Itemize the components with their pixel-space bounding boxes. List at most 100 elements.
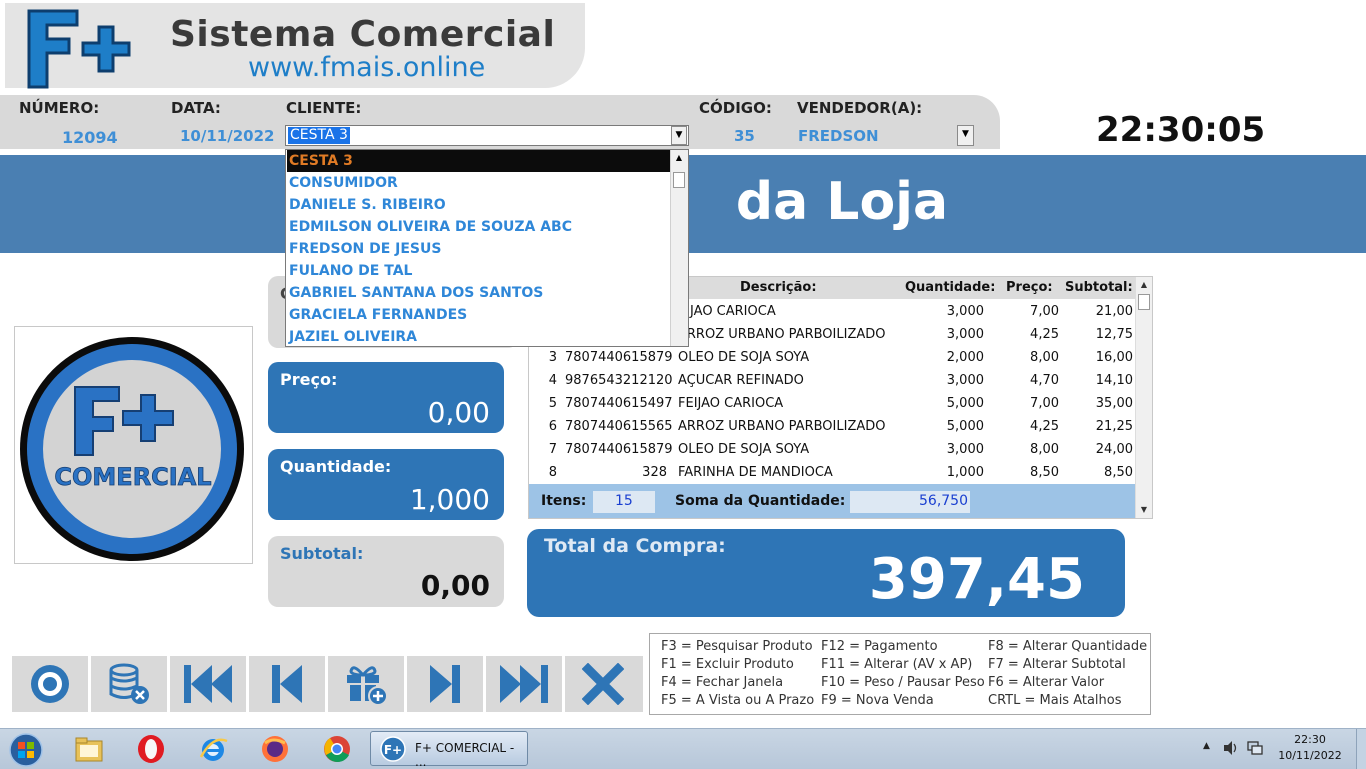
taskbar-app-fplus[interactable]: F+ F+ COMERCIAL - ...: [370, 731, 528, 769]
cell-qty: 3,000: [946, 327, 984, 342]
client-dropdown-list[interactable]: CESTA 3 CONSUMIDOR DANIELE S. RIBEIRO EDMIL…: [285, 149, 689, 347]
close-button[interactable]: [565, 656, 641, 712]
client-list-item[interactable]: CESTA 3: [287, 150, 671, 172]
show-desktop-button[interactable]: [1356, 729, 1366, 769]
first-button[interactable]: [170, 656, 246, 712]
internet-explorer-icon[interactable]: [197, 733, 229, 765]
record-button[interactable]: [12, 656, 88, 712]
client-list-item[interactable]: EDMILSON OLIVEIRA DE SOUZA ABC: [289, 216, 572, 238]
list-scrollbar[interactable]: ▲: [670, 150, 688, 346]
cell-code: 7807440615879: [565, 442, 673, 457]
scroll-down-icon[interactable]: ▼: [1136, 502, 1152, 518]
database-delete-icon: [109, 663, 149, 704]
numero-label: NÚMERO:: [19, 99, 100, 117]
quantity-panel[interactable]: Quantidade: 1,000: [268, 449, 504, 520]
scroll-up-icon[interactable]: ▲: [671, 150, 687, 166]
svg-text:F+: F+: [384, 743, 402, 757]
client-list-item[interactable]: JAZIEL OLIVEIRA: [289, 326, 417, 346]
cell-desc: AÇUCAR REFINADO: [678, 373, 804, 388]
scroll-up-icon[interactable]: ▲: [1136, 277, 1152, 293]
data-value: 10/11/2022: [180, 127, 275, 145]
cell-price: 7,00: [1030, 396, 1059, 411]
shortcut-hint: F4 = Fechar Janela: [661, 675, 784, 690]
network-icon[interactable]: [1246, 739, 1264, 757]
quantity-value[interactable]: 1,000: [410, 483, 490, 516]
shortcut-hint: F3 = Pesquisar Produto: [661, 639, 813, 654]
data-label: DATA:: [171, 99, 221, 117]
cell-desc: EIJAO CARIOCA: [678, 304, 776, 319]
speaker-icon[interactable]: [1222, 739, 1240, 757]
previous-icon: [272, 665, 302, 703]
fplus-comercial-logo: COMERCIAL: [20, 337, 244, 561]
soma-value: 56,750: [919, 493, 968, 509]
items-count-box: 15: [593, 491, 655, 513]
client-list-item[interactable]: FREDSON DE JESUS: [289, 238, 441, 260]
total-label: Total da Compra:: [544, 535, 726, 557]
cell-code: 7807440615879: [565, 350, 673, 365]
logo-caption: COMERCIAL: [54, 463, 211, 491]
cell-n: 8: [548, 465, 557, 480]
close-icon: [582, 663, 624, 705]
cell-qty: 5,000: [946, 419, 984, 434]
taskbar-app-label: F+ COMERCIAL - ...: [415, 741, 515, 769]
table-scrollbar[interactable]: ▲ ▼: [1135, 277, 1152, 518]
tray-date[interactable]: 10/11/2022: [1276, 749, 1344, 762]
shortcut-hint: F7 = Alterar Subtotal: [988, 657, 1126, 672]
price-panel[interactable]: Preço: 0,00: [268, 362, 504, 433]
header-quantidade: Quantidade:: [905, 280, 996, 295]
vendedor-label: VENDEDOR(A):: [797, 99, 923, 117]
total-value: 397,45: [868, 547, 1085, 612]
last-icon: [500, 665, 548, 703]
previous-button[interactable]: [249, 656, 325, 712]
client-dropdown-button[interactable]: ▼: [671, 126, 687, 145]
fplus-app-icon: F+: [380, 736, 406, 762]
tray-time[interactable]: 22:30: [1280, 733, 1340, 746]
client-list-item[interactable]: CONSUMIDOR: [289, 172, 398, 194]
cell-price: 8,50: [1030, 465, 1059, 480]
cell-desc: ARROZ URBANO PARBOILIZADO: [678, 419, 886, 434]
tray-expand-icon[interactable]: ▲: [1203, 741, 1210, 751]
fplus-logo: [27, 9, 131, 89]
cell-desc: FEIJAO CARIOCA: [678, 396, 784, 411]
next-button[interactable]: [407, 656, 483, 712]
total-panel: Total da Compra: 397,45: [527, 529, 1125, 617]
client-select-value[interactable]: CESTA 3: [288, 127, 350, 144]
start-button-icon[interactable]: [8, 732, 44, 768]
firefox-icon[interactable]: [259, 733, 291, 765]
client-list-item[interactable]: GABRIEL SANTANA DOS SANTOS: [289, 282, 543, 304]
folder-icon[interactable]: [73, 733, 105, 765]
shortcut-hint: F9 = Nova Venda: [821, 693, 934, 708]
scroll-thumb[interactable]: [673, 172, 685, 188]
delete-record-button[interactable]: [91, 656, 167, 712]
shortcuts-box: F3 = Pesquisar Produto F1 = Excluir Produ…: [649, 633, 1151, 715]
next-icon: [430, 665, 460, 703]
cell-price: 8,00: [1030, 442, 1059, 457]
cell-desc: FARINHA DE MANDIOCA: [678, 465, 833, 480]
vendor-dropdown-button[interactable]: ▼: [957, 125, 974, 146]
shortcut-hint: F10 = Peso / Pausar Peso: [821, 675, 985, 690]
shortcut-hint: F8 = Alterar Quantidade: [988, 639, 1148, 654]
shortcut-hint: F6 = Alterar Valor: [988, 675, 1105, 690]
cell-qty: 5,000: [946, 396, 984, 411]
vendedor-value[interactable]: FREDSON: [798, 127, 879, 145]
client-list-item[interactable]: FULANO DE TAL: [289, 260, 412, 282]
header-preco: Preço:: [1006, 280, 1053, 295]
last-button[interactable]: [486, 656, 562, 712]
client-list-item[interactable]: GRACIELA FERNANDES: [289, 304, 467, 326]
subtotal-value: 0,00: [420, 569, 490, 602]
record-icon: [31, 665, 69, 703]
app-url[interactable]: www.fmais.online: [248, 52, 485, 83]
cell-desc: ARROZ URBANO PARBOILIZADO: [678, 327, 886, 342]
client-select[interactable]: CESTA 3 ▼: [285, 125, 689, 146]
client-list-item[interactable]: DANIELE S. RIBEIRO: [289, 194, 446, 216]
toolbar: [12, 656, 643, 712]
price-value[interactable]: 0,00: [428, 396, 490, 429]
itens-value: 15: [615, 493, 633, 509]
numero-value: 12094: [62, 128, 118, 147]
chrome-icon[interactable]: [321, 733, 353, 765]
add-gift-button[interactable]: [328, 656, 404, 712]
opera-icon[interactable]: [135, 733, 167, 765]
cell-qty: 1,000: [946, 465, 984, 480]
cell-subtotal: 8,50: [1104, 465, 1133, 480]
scroll-thumb[interactable]: [1138, 294, 1150, 310]
